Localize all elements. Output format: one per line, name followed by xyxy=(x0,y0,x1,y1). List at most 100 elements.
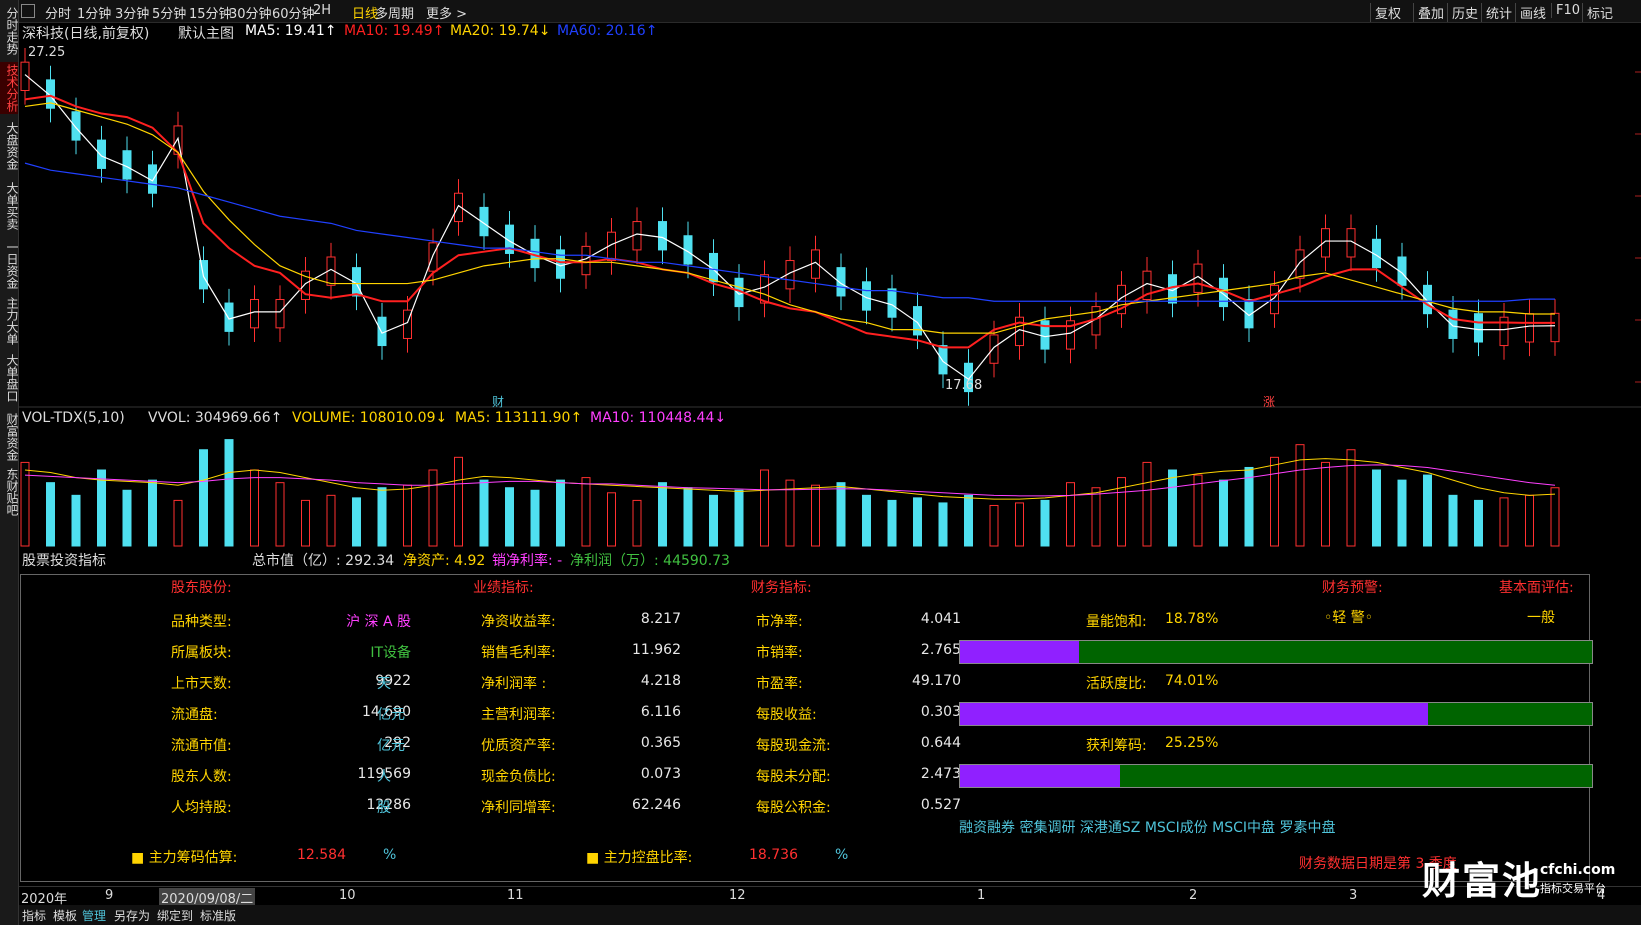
period-10[interactable]: 更多 > xyxy=(426,3,467,22)
volume-bar[interactable] xyxy=(1474,499,1483,547)
toolbar-right-4[interactable]: 画线 xyxy=(1515,3,1546,22)
volume-bar[interactable] xyxy=(46,482,55,547)
volume-bar[interactable] xyxy=(326,494,336,547)
left-tab-0[interactable]: 分时走势 xyxy=(0,5,19,57)
candle[interactable] xyxy=(1423,271,1432,328)
period-2[interactable]: 3分钟 xyxy=(115,3,149,22)
left-tab-8[interactable]: 东财贴吧 xyxy=(0,468,19,516)
volume-bar[interactable] xyxy=(734,489,744,547)
period-5[interactable]: 30分钟 xyxy=(229,3,272,22)
volume-bar[interactable] xyxy=(1423,474,1432,547)
left-tab-2[interactable]: 大盘资金 xyxy=(0,120,19,172)
finance-event-marker[interactable]: 财 xyxy=(492,393,504,410)
period-6[interactable]: 60分钟 xyxy=(272,3,315,22)
volume-bar[interactable] xyxy=(938,502,948,547)
volume-bar[interactable] xyxy=(1525,494,1534,547)
toolbar-right-6[interactable]: 标记 xyxy=(1582,3,1613,22)
volume-bar[interactable] xyxy=(428,469,438,547)
left-tab-1[interactable]: 技术分析 xyxy=(0,62,19,114)
volume-bar[interactable] xyxy=(1040,499,1050,547)
period-4[interactable]: 15分钟 xyxy=(189,3,232,22)
toolbar-right-1[interactable]: 叠加 xyxy=(1413,3,1444,22)
left-tab-7[interactable]: 财富资金 xyxy=(0,412,19,462)
left-tab-4[interactable]: 一日资金 xyxy=(0,240,19,290)
volume-bar[interactable] xyxy=(1066,482,1075,547)
volume-bar[interactable] xyxy=(887,499,897,547)
volume-bar[interactable] xyxy=(1091,487,1101,547)
candle[interactable] xyxy=(760,260,769,318)
volume-bar[interactable] xyxy=(760,469,769,547)
volume-bar[interactable] xyxy=(811,484,820,547)
toolbar-right-2[interactable]: 历史 xyxy=(1447,3,1478,22)
bottom-tab-2[interactable]: 管理 xyxy=(82,907,106,924)
volume-bar[interactable] xyxy=(275,482,285,547)
left-tab-6[interactable]: 大单盘口 xyxy=(0,352,19,404)
volume-bar[interactable] xyxy=(632,499,642,547)
volume-bar[interactable] xyxy=(97,469,106,547)
period-1[interactable]: 1分钟 xyxy=(77,3,111,22)
chart-template[interactable]: 默认主图 xyxy=(178,23,234,43)
period-9[interactable]: 多周期 xyxy=(375,3,414,22)
toolbar-right-3[interactable]: 统计 xyxy=(1481,3,1512,22)
candle[interactable] xyxy=(250,285,259,343)
candle[interactable] xyxy=(658,207,667,265)
volume-bar[interactable] xyxy=(1321,461,1330,547)
volume-bar[interactable] xyxy=(122,489,132,547)
candle[interactable] xyxy=(224,288,234,346)
volume-bar[interactable] xyxy=(199,449,208,547)
toolbar-right-0[interactable]: 复权 xyxy=(1370,3,1401,22)
volume-bar[interactable] xyxy=(224,439,234,547)
candle[interactable] xyxy=(1448,295,1458,353)
volume-bar[interactable] xyxy=(1168,469,1177,547)
bottom-tab-1[interactable]: 模板 xyxy=(53,907,77,924)
volume-bar[interactable] xyxy=(607,492,616,547)
candle[interactable] xyxy=(1295,235,1305,293)
candle[interactable] xyxy=(1040,306,1050,364)
volume-bar[interactable] xyxy=(301,499,310,547)
candle[interactable] xyxy=(1474,299,1483,357)
volume-bar[interactable] xyxy=(505,487,514,547)
volume-bar[interactable] xyxy=(71,494,81,547)
volume-bar[interactable] xyxy=(250,469,259,547)
volume-bar[interactable] xyxy=(836,482,846,547)
volume-bar[interactable] xyxy=(479,479,489,547)
volume-bar[interactable] xyxy=(658,482,667,547)
period-3[interactable]: 5分钟 xyxy=(152,3,186,22)
volume-bar[interactable] xyxy=(1142,461,1152,547)
volume-bar[interactable] xyxy=(377,487,387,547)
volume-bar[interactable] xyxy=(581,477,591,547)
volume-chart[interactable] xyxy=(19,428,1641,550)
limit-up-marker[interactable]: 涨 xyxy=(1263,393,1275,410)
period-0[interactable]: 分时 xyxy=(45,3,71,22)
candle[interactable] xyxy=(1550,299,1560,356)
volume-bar[interactable] xyxy=(913,497,922,547)
volume-bar[interactable] xyxy=(1372,469,1381,547)
volume-bar[interactable] xyxy=(989,504,999,547)
bottom-tab-4[interactable]: 绑定到 xyxy=(157,907,193,924)
volume-bar[interactable] xyxy=(530,489,540,547)
indicator-title[interactable]: 股票投资指标 xyxy=(22,550,106,570)
volume-bar[interactable] xyxy=(556,479,565,547)
candle[interactable] xyxy=(1525,299,1534,357)
bottom-tab-0[interactable]: 指标 xyxy=(22,907,46,924)
bottom-tab-3[interactable]: 另存为 xyxy=(114,907,150,924)
period-7[interactable]: 2H xyxy=(313,3,331,18)
volume-bar[interactable] xyxy=(1219,479,1228,547)
candle[interactable] xyxy=(97,125,106,183)
volume-bar[interactable] xyxy=(1244,466,1254,547)
candle[interactable] xyxy=(301,256,310,314)
volume-bar[interactable] xyxy=(683,487,693,547)
volume-bar[interactable] xyxy=(454,456,463,547)
volume-bar[interactable] xyxy=(1397,479,1407,547)
volume-bar[interactable] xyxy=(1499,497,1509,547)
volume-bar[interactable] xyxy=(1550,487,1560,547)
candle[interactable] xyxy=(887,274,897,332)
candle[interactable] xyxy=(275,285,285,343)
toolbar-right-5[interactable]: F10 xyxy=(1551,3,1580,18)
volume-bar[interactable] xyxy=(173,499,183,547)
volume-bar[interactable] xyxy=(1346,449,1356,547)
volume-bar[interactable] xyxy=(1448,494,1458,547)
volume-bar[interactable] xyxy=(709,494,718,547)
volume-bar[interactable] xyxy=(964,494,973,547)
panel-toggle-icon[interactable] xyxy=(21,4,35,18)
